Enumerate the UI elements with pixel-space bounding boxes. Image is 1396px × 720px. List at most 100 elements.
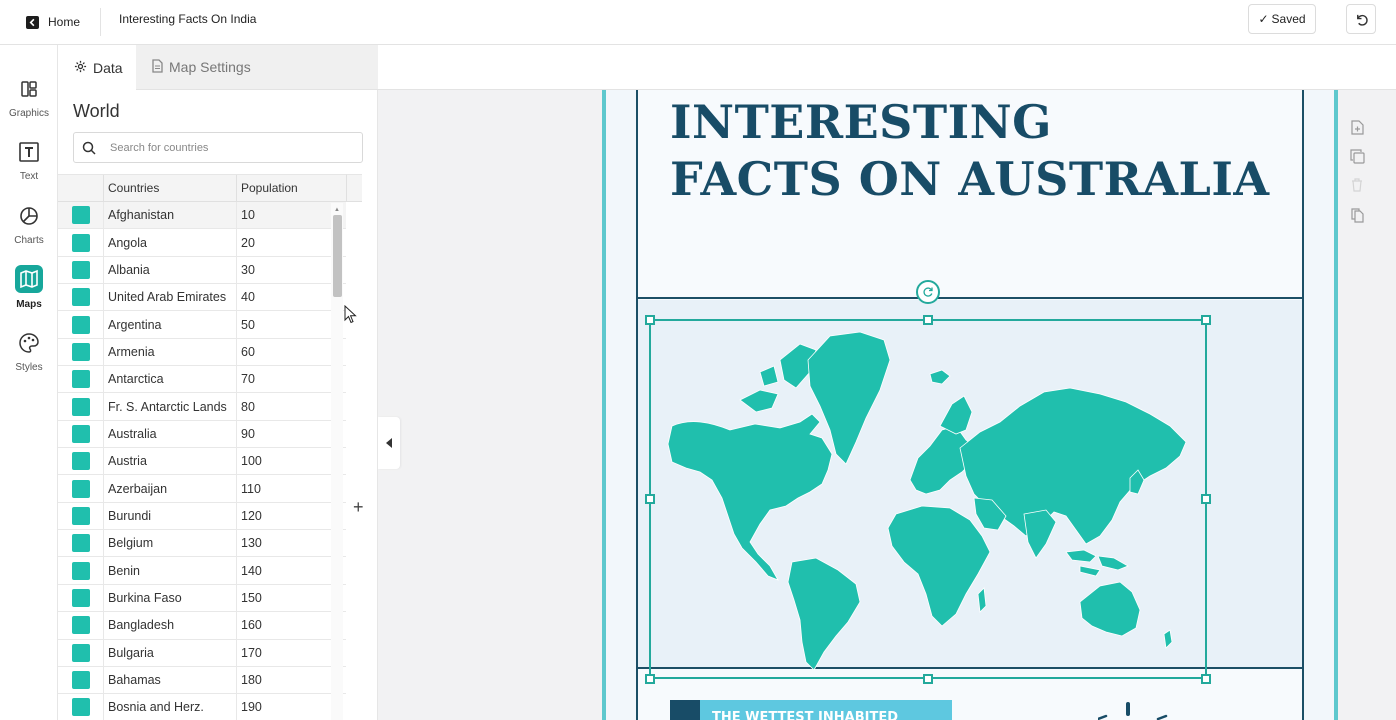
color-swatch[interactable] — [71, 206, 90, 225]
population-cell[interactable]: 190 — [237, 694, 346, 720]
color-swatch[interactable] — [71, 233, 90, 252]
color-swatch[interactable] — [71, 698, 90, 717]
copy-icon[interactable] — [1348, 206, 1366, 224]
country-cell[interactable]: Azerbaijan — [104, 475, 237, 502]
population-cell[interactable]: 160 — [237, 612, 346, 638]
population-cell[interactable]: 10 — [237, 202, 346, 228]
search-input[interactable] — [110, 141, 340, 154]
saved-button[interactable]: ✓ Saved — [1248, 4, 1316, 34]
map-selection-box[interactable] — [649, 319, 1207, 679]
population-cell[interactable]: 110 — [237, 475, 346, 501]
population-cell[interactable]: 60 — [237, 339, 346, 365]
table-row[interactable]: Australia 90 — [58, 420, 346, 449]
country-cell[interactable]: Burundi — [104, 502, 237, 530]
scroll-thumb[interactable] — [333, 215, 342, 297]
country-cell[interactable]: Bosnia and Herz. — [104, 694, 237, 720]
table-row[interactable]: Fr. S. Antarctic Lands 80 — [58, 393, 346, 421]
tab-map-settings[interactable]: Map Settings — [136, 45, 378, 90]
table-row[interactable]: Benin 140 — [58, 557, 346, 585]
delete-icon[interactable] — [1348, 176, 1366, 194]
color-swatch[interactable] — [71, 342, 90, 361]
population-cell[interactable]: 80 — [237, 393, 346, 419]
column-header-countries[interactable]: Countries — [104, 175, 237, 201]
table-row[interactable]: Antarctica 70 — [58, 366, 346, 394]
resize-handle-bottom[interactable] — [923, 674, 933, 684]
population-cell[interactable]: 140 — [237, 557, 346, 583]
scroll-up-icon[interactable]: ▲ — [331, 206, 343, 214]
country-cell[interactable]: Bulgaria — [104, 639, 237, 666]
resize-handle-top-right[interactable] — [1201, 315, 1211, 325]
population-cell[interactable]: 50 — [237, 311, 346, 337]
table-row[interactable]: Bosnia and Herz. 190 — [58, 694, 346, 720]
country-cell[interactable]: United Arab Emirates — [104, 284, 237, 311]
rotate-handle[interactable] — [916, 280, 940, 304]
country-cell[interactable]: Argentina — [104, 311, 237, 338]
country-cell[interactable]: Burkina Faso — [104, 584, 237, 612]
country-cell[interactable]: Belgium — [104, 530, 237, 557]
country-cell[interactable]: Antarctica — [104, 366, 237, 393]
undo-button[interactable] — [1346, 4, 1376, 34]
country-cell[interactable]: Angola — [104, 229, 237, 256]
rail-item-styles[interactable]: Styles — [0, 330, 58, 373]
rail-item-graphics[interactable]: Graphics — [0, 76, 58, 119]
rail-item-maps[interactable]: Maps — [0, 265, 58, 310]
population-cell[interactable]: 30 — [237, 257, 346, 283]
country-cell[interactable]: Fr. S. Antarctic Lands — [104, 393, 237, 420]
add-column-button[interactable]: + — [353, 497, 364, 518]
population-cell[interactable]: 180 — [237, 667, 346, 693]
table-row[interactable]: Argentina 50 — [58, 311, 346, 339]
search-box[interactable] — [73, 132, 363, 163]
population-cell[interactable]: 70 — [237, 366, 346, 392]
country-cell[interactable]: Albania — [104, 256, 237, 284]
table-row[interactable]: Armenia 60 — [58, 338, 346, 367]
table-row[interactable]: Bangladesh 160 — [58, 612, 346, 640]
color-swatch[interactable] — [71, 588, 90, 607]
home-button[interactable]: Home — [26, 11, 80, 33]
rail-item-charts[interactable]: Charts — [0, 203, 58, 246]
color-swatch[interactable] — [71, 370, 90, 389]
table-row[interactable]: Albania 30 — [58, 256, 346, 285]
table-row[interactable]: Austria 100 — [58, 448, 346, 476]
duplicate-icon[interactable] — [1348, 147, 1366, 165]
country-cell[interactable]: Armenia — [104, 338, 237, 366]
color-swatch[interactable] — [71, 288, 90, 307]
color-swatch[interactable] — [71, 260, 90, 279]
color-swatch[interactable] — [71, 479, 90, 498]
collapse-panel-button[interactable] — [378, 417, 400, 469]
color-swatch[interactable] — [71, 452, 90, 471]
color-swatch[interactable] — [71, 315, 90, 334]
column-header-population[interactable]: Population — [237, 175, 346, 201]
color-swatch[interactable] — [71, 534, 90, 553]
table-row[interactable]: Belgium 130 — [58, 530, 346, 558]
country-cell[interactable]: Australia — [104, 420, 237, 448]
table-row[interactable]: United Arab Emirates 40 — [58, 284, 346, 312]
document-title[interactable]: Interesting Facts On India — [119, 12, 256, 26]
color-swatch[interactable] — [71, 671, 90, 690]
tab-data[interactable]: Data — [58, 45, 136, 90]
fact-banner[interactable]: THE WETTEST INHABITED — [670, 700, 952, 720]
population-cell[interactable]: 120 — [237, 503, 346, 529]
resize-handle-top[interactable] — [923, 315, 933, 325]
table-scrollbar[interactable]: ▲ — [331, 203, 343, 720]
country-cell[interactable]: Afghanistan — [104, 202, 237, 229]
resize-handle-bottom-left[interactable] — [645, 674, 655, 684]
population-cell[interactable]: 170 — [237, 640, 346, 666]
country-cell[interactable]: Austria — [104, 448, 237, 475]
resize-handle-bottom-right[interactable] — [1201, 674, 1211, 684]
population-cell[interactable]: 20 — [237, 229, 346, 255]
add-page-icon[interactable] — [1348, 118, 1366, 136]
population-cell[interactable]: 100 — [237, 448, 346, 474]
population-cell[interactable]: 150 — [237, 585, 346, 611]
table-row[interactable]: Bahamas 180 — [58, 666, 346, 695]
country-cell[interactable]: Bahamas — [104, 666, 237, 694]
resize-handle-top-left[interactable] — [645, 315, 655, 325]
table-row[interactable]: Azerbaijan 110 — [58, 475, 346, 503]
table-row[interactable]: Bulgaria 170 — [58, 639, 346, 667]
table-row[interactable]: Burundi 120 — [58, 502, 346, 531]
resize-handle-right[interactable] — [1201, 494, 1211, 504]
rail-item-text[interactable]: Text — [0, 139, 58, 182]
table-row[interactable]: Burkina Faso 150 — [58, 584, 346, 613]
table-row[interactable]: Angola 20 — [58, 229, 346, 257]
table-row[interactable]: Afghanistan 10 — [58, 202, 346, 230]
country-cell[interactable]: Bangladesh — [104, 612, 237, 639]
